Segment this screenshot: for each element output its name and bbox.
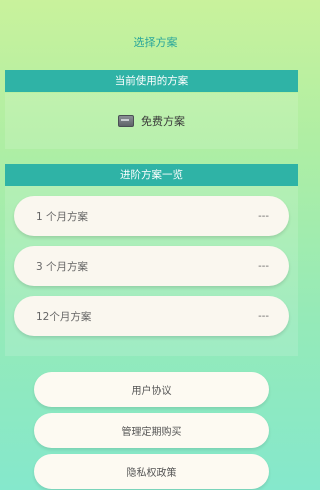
plan-name: 12个月方案: [36, 310, 92, 323]
current-plan-panel: 免费方案: [5, 93, 298, 149]
card-icon: [118, 115, 134, 127]
plan-name: 3 个月方案: [36, 260, 89, 273]
manage-subscription-button[interactable]: 管理定期购买: [34, 413, 269, 448]
page-title: 选择方案: [133, 36, 178, 49]
plan-12-months[interactable]: 12个月方案 ---: [14, 296, 289, 336]
privacy-policy-button[interactable]: 隐私权政策: [34, 454, 269, 489]
current-plan-header: 当前使用的方案: [5, 70, 298, 92]
plan-price: ---: [258, 260, 269, 272]
plan-name: 1 个月方案: [36, 210, 89, 223]
plan-3-months[interactable]: 3 个月方案 ---: [14, 246, 289, 286]
plans-header: 进阶方案一览: [5, 164, 298, 186]
plans-panel: 1 个月方案 --- 3 个月方案 --- 12个月方案 ---: [5, 186, 298, 356]
current-plan-label: 免费方案: [141, 115, 185, 128]
plan-1-month[interactable]: 1 个月方案 ---: [14, 196, 289, 236]
plan-price: ---: [258, 310, 269, 322]
user-agreement-button[interactable]: 用户协议: [34, 372, 269, 407]
plan-price: ---: [258, 210, 269, 222]
